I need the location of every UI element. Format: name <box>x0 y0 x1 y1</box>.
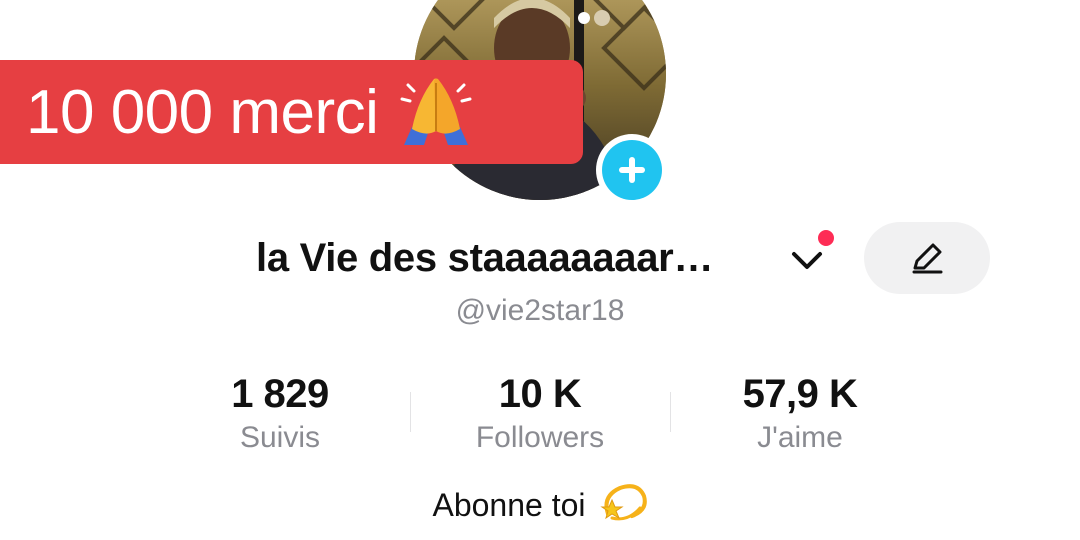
username: @vie2star18 <box>455 294 625 327</box>
stat-likes[interactable]: 57,9 K J'aime <box>670 368 930 456</box>
stat-label: J'aime <box>757 421 843 454</box>
stat-label: Suivis <box>239 421 321 454</box>
folded-hands-icon <box>398 75 474 150</box>
milestone-banner: 10 000 merci <box>0 60 583 164</box>
banner-text: 10 000 merci <box>26 77 379 147</box>
dizzy-star-icon <box>598 478 648 532</box>
stat-value: 1 829 <box>231 372 329 416</box>
plus-icon-container <box>602 140 662 200</box>
stat-followers[interactable]: 10 K Followers <box>410 368 670 456</box>
stat-following[interactable]: 1 829 Suivis <box>150 368 410 456</box>
display-name[interactable]: la Vie des staaaaaaaar… <box>256 236 713 281</box>
stat-value: 10 K <box>498 372 582 416</box>
stat-label: Followers <box>475 421 605 454</box>
status-dot <box>578 12 590 24</box>
chevron-down-icon[interactable] <box>790 248 824 272</box>
bio-text: Abonne toi <box>432 486 586 523</box>
profile-page: 10 000 merci la Vie des staaaaaaaar… @vi… <box>0 0 1080 540</box>
edit-profile-button[interactable] <box>864 222 990 294</box>
bio: Abonne toi <box>0 478 1080 532</box>
stat-value: 57,9 K <box>742 372 858 416</box>
plus-icon <box>619 157 645 183</box>
add-story-button[interactable] <box>596 134 668 206</box>
pencil-icon <box>912 243 943 274</box>
notification-dot <box>816 228 836 248</box>
